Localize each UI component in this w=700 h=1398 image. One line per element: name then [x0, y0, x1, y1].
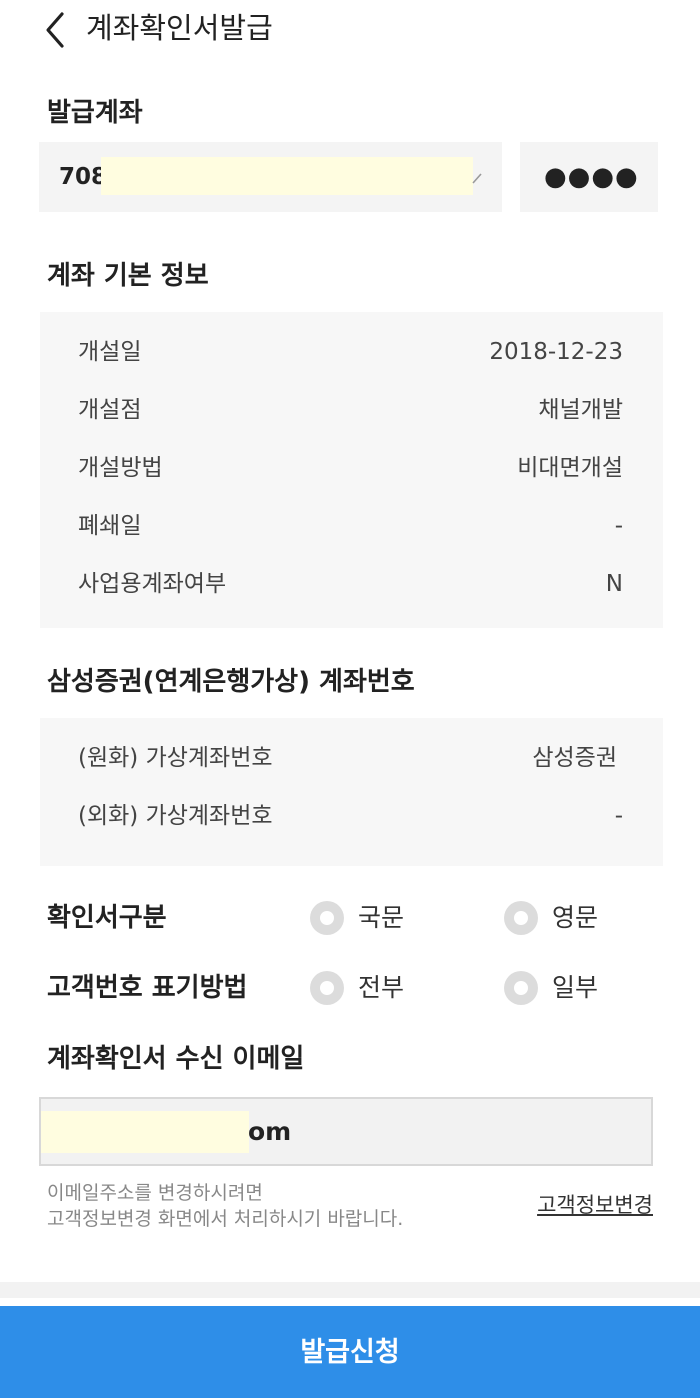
radio-full[interactable] — [310, 971, 344, 1005]
info-row-open-branch: 개설점 채널개발 — [40, 392, 663, 428]
app-header: 계좌확인서발급 — [0, 0, 700, 60]
info-value: N — [605, 571, 623, 597]
info-value: 비대면개설 — [517, 455, 623, 481]
info-row-krw-virtual: (원화) 가상계좌번호 삼성증권 — [40, 740, 663, 776]
info-label: (원화) 가상계좌번호 — [78, 745, 273, 771]
virtual-account-panel: (원화) 가상계좌번호 삼성증권 (외화) 가상계좌번호 - — [40, 718, 663, 866]
info-row-business-account: 사업용계좌여부 N — [40, 566, 663, 602]
basic-info-title: 계좌 기본 정보 — [47, 261, 209, 291]
issue-request-button[interactable]: 발급신청 — [0, 1306, 700, 1398]
issue-account-title: 발급계좌 — [47, 98, 143, 128]
customer-number-display-label: 고객번호 표기방법 — [47, 973, 248, 1003]
email-value: om — [248, 1117, 292, 1146]
back-icon[interactable] — [38, 10, 74, 50]
info-label: 개설일 — [78, 339, 142, 365]
email-note-line2: 고객정보변경 화면에서 처리하시기 바랍니다. — [47, 1208, 404, 1230]
certificate-type-label: 확인서구분 — [47, 903, 167, 933]
password-mask: ●●●● — [544, 162, 639, 192]
info-value: - — [614, 513, 623, 539]
info-row-close-date: 폐쇄일 - — [40, 508, 663, 544]
dropdown-edit-icon — [471, 170, 483, 184]
radio-english[interactable] — [504, 901, 538, 935]
info-label: (외화) 가상계좌번호 — [78, 803, 273, 829]
radio-full-label[interactable]: 전부 — [358, 970, 404, 1006]
email-field[interactable]: om — [39, 1097, 653, 1166]
radio-english-label[interactable]: 영문 — [552, 900, 598, 936]
account-select[interactable]: 708 — [39, 142, 502, 212]
redaction-mask — [41, 1111, 249, 1153]
info-value: 채널개발 — [538, 397, 623, 423]
customer-info-change-link[interactable]: 고객정보변경 — [537, 1190, 653, 1220]
email-note-line1: 이메일주소를 변경하시려면 — [47, 1182, 263, 1204]
radio-partial[interactable] — [504, 971, 538, 1005]
radio-korean[interactable] — [310, 901, 344, 935]
info-label: 개설점 — [78, 397, 142, 423]
redaction-mask — [101, 157, 473, 195]
info-value: 삼성증권 — [532, 745, 617, 771]
divider — [0, 1282, 700, 1298]
info-value: - — [614, 803, 623, 829]
info-label: 사업용계좌여부 — [78, 571, 227, 597]
page-title: 계좌확인서발급 — [86, 11, 273, 45]
radio-partial-label[interactable]: 일부 — [552, 970, 598, 1006]
account-number: 708 — [59, 164, 108, 190]
info-label: 폐쇄일 — [78, 513, 142, 539]
info-row-fx-virtual: (외화) 가상계좌번호 - — [40, 798, 663, 834]
info-row-open-method: 개설방법 비대면개설 — [40, 450, 663, 486]
password-field[interactable]: ●●●● — [520, 142, 658, 212]
basic-info-panel: 개설일 2018-12-23 개설점 채널개발 개설방법 비대면개설 폐쇄일 -… — [40, 312, 663, 628]
email-section-title: 계좌확인서 수신 이메일 — [47, 1044, 305, 1074]
info-value: 2018-12-23 — [489, 339, 623, 365]
info-label: 개설방법 — [78, 455, 163, 481]
info-row-open-date: 개설일 2018-12-23 — [40, 334, 663, 370]
virtual-account-title: 삼성증권(연계은행가상) 계좌번호 — [47, 667, 415, 697]
radio-korean-label[interactable]: 국문 — [358, 900, 404, 936]
